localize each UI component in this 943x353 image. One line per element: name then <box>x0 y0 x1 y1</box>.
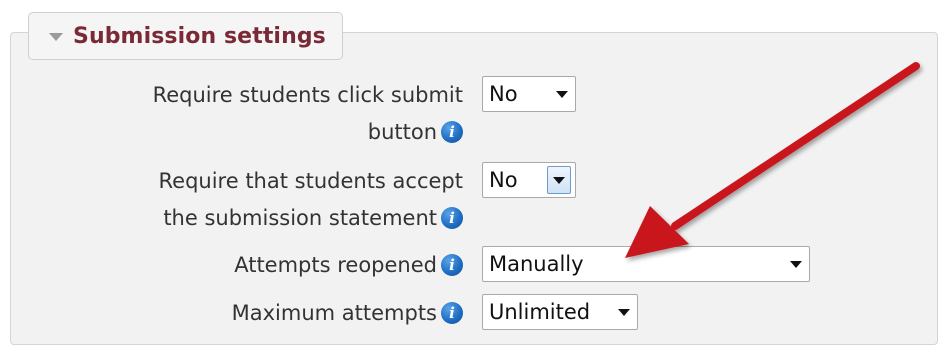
page: Submission settings Require students cli… <box>0 0 943 353</box>
annotation-arrow <box>625 62 920 258</box>
